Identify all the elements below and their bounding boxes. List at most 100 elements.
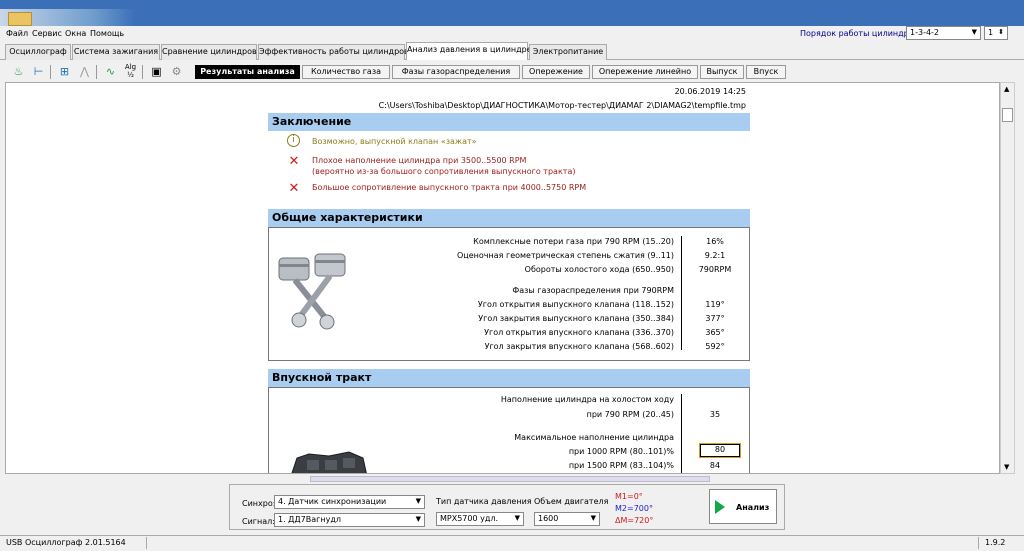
scroll-up-icon[interactable]: ▲: [1004, 85, 1009, 93]
cylinder-order-value: 1-3-4-2: [910, 28, 940, 37]
conclusion-text: Большое сопротивление выпускного тракта …: [312, 183, 587, 192]
general-label: Оценочная геометрическая степень сжатия …: [457, 251, 674, 260]
toolbar-separator: [142, 65, 143, 79]
marker-m2: M2=700°: [615, 504, 653, 513]
menu-bar: Файл Сервис Окна Помощь Порядок работы ц…: [0, 26, 1024, 42]
vertical-scrollbar[interactable]: ▲ ▼: [1000, 82, 1015, 474]
subtab-valve-phases[interactable]: Фазы газораспределения: [392, 65, 520, 79]
engine-volume-value: 1600: [538, 514, 559, 523]
cylinder-number-value: 1: [988, 28, 994, 37]
phase-label: Угол открытия выпускного клапана (118..1…: [477, 300, 674, 309]
phase-value: 377°: [705, 314, 725, 323]
sensor-type-select[interactable]: MPX5700 удл. ▼: [436, 512, 524, 526]
horizontal-scrollbar[interactable]: [310, 476, 710, 482]
max-fill-row-label: при 1500 RPM (83..104)%: [568, 461, 674, 470]
general-header: Общие характеристики: [268, 209, 750, 227]
sync-label: Синхро:: [242, 499, 276, 508]
chevron-down-icon: ▼: [590, 514, 596, 522]
phase-value: 119°: [705, 300, 725, 309]
phase-label: Угол открытия впускного клапана (336..37…: [484, 328, 674, 337]
cross-icon: ✕: [288, 154, 300, 169]
marker-m1: M1=0°: [615, 492, 643, 501]
subtab-advance-linear[interactable]: Опережение линейно: [592, 65, 698, 79]
max-fill-value-selected[interactable]: 80: [699, 443, 741, 458]
tab-power-supply[interactable]: Электропитание: [529, 44, 607, 60]
info-icon: i: [287, 134, 300, 147]
engine-icon[interactable]: ⚙: [168, 63, 185, 80]
sync-value: 4. Датчик синхронизации: [278, 497, 387, 506]
max-fill-value: 84: [709, 461, 721, 470]
tab-pressure-analysis[interactable]: Анализ давления в цилиндре: [406, 42, 532, 60]
cylinder-order-select[interactable]: 1-3-4-2 ▼: [906, 26, 981, 40]
status-version-right: 1.9.2: [985, 538, 1006, 547]
subtab-results[interactable]: Результаты анализа: [195, 65, 300, 79]
general-value: 16%: [706, 237, 724, 246]
report-date: 20.06.2019 14:25: [674, 87, 746, 96]
save-icon[interactable]: ▣: [148, 63, 165, 80]
phase-value: 592°: [705, 342, 725, 351]
intake-header: Впускной тракт: [268, 369, 750, 387]
scroll-thumb[interactable]: [1002, 108, 1013, 122]
filter-icon[interactable]: ⋀: [76, 63, 93, 80]
idle-fill-value: 35: [709, 410, 721, 419]
status-separator: [978, 537, 979, 549]
sensor-type-value: MPX5700 удл.: [440, 514, 499, 523]
phase-label: Угол закрытия впускного клапана (568..60…: [484, 342, 674, 351]
cylinder-order-label: Порядок работы цилиндров: [800, 29, 919, 38]
subtab-exhaust[interactable]: Выпуск: [700, 65, 744, 79]
menu-windows[interactable]: Окна: [65, 29, 86, 38]
status-version-left: USB Осциллограф 2.01.5164: [6, 538, 126, 547]
report-area: 20.06.2019 14:25 C:\Users\Toshiba\Deskto…: [5, 82, 1000, 474]
phase-label: Угол закрытия выпускного клапана (350..3…: [478, 314, 674, 323]
toolbar-separator: [96, 65, 97, 79]
conclusion-text-note: (вероятно из-за большого сопротивления в…: [312, 167, 576, 176]
cross-icon: ✕: [288, 181, 300, 196]
scroll-down-icon[interactable]: ▼: [1004, 463, 1009, 471]
analyze-button[interactable]: Анализ: [709, 489, 777, 524]
algorithm-icon[interactable]: Alg ½: [122, 63, 139, 80]
tab-cylinder-efficiency[interactable]: Эффективность работы цилиндров: [258, 44, 409, 60]
tab-oscilloscope[interactable]: Осциллограф: [5, 44, 71, 60]
general-box: Комплексные потери газа при 790 RPM (15.…: [268, 227, 750, 361]
report-path: C:\Users\Toshiba\Desktop\ДИАГНОСТИКА\Мот…: [378, 101, 746, 110]
status-bar: USB Осциллограф 2.01.5164 1.9.2: [0, 535, 1024, 551]
general-label: Обороты холостого хода (650..950): [524, 265, 674, 274]
menu-file[interactable]: Файл: [6, 29, 28, 38]
control-panel: Синхро: 4. Датчик синхронизации ▼ Сигнал:…: [229, 484, 785, 530]
subtab-intake[interactable]: Впуск: [746, 65, 786, 79]
general-value: 790RPM: [698, 265, 732, 274]
folder-icon: [8, 12, 32, 26]
waveform-icon[interactable]: ∿: [102, 63, 119, 80]
idle-fill-label-rpm: при 790 RPM (20..45): [586, 410, 674, 419]
chevron-down-icon: ▼: [415, 497, 421, 505]
value-divider: [681, 236, 682, 350]
auto-icon[interactable]: ⊞: [56, 63, 73, 80]
general-label: Комплексные потери газа при 790 RPM (15.…: [473, 237, 674, 246]
tab-cylinder-compare[interactable]: Сравнение цилиндров: [161, 44, 257, 60]
spinner-arrows-icon: ⬍: [998, 28, 1004, 36]
toolbar: ♨ ⊢ ⊞ ⋀ ∿ Alg ½ ▣ ⚙ Результаты анализа Ко…: [0, 62, 1024, 82]
sensor-type-label: Тип датчика давления: [436, 497, 532, 506]
menu-help[interactable]: Помощь: [90, 29, 124, 38]
sensor-icon[interactable]: ♨: [10, 63, 27, 80]
menu-service[interactable]: Сервис: [32, 29, 62, 38]
engine-volume-select[interactable]: 1600 ▼: [534, 512, 600, 526]
trigger-icon[interactable]: ⊢: [30, 63, 47, 80]
status-separator: [146, 537, 147, 549]
conclusion-text: Плохое наполнение цилиндра при 3500..550…: [312, 156, 527, 165]
tab-ignition[interactable]: Система зажигания: [72, 44, 160, 60]
chevron-down-icon: ▼: [514, 514, 520, 522]
play-icon: [715, 500, 725, 514]
signal-select[interactable]: 1. ДД7Вагнудл ▼: [274, 513, 425, 527]
chevron-down-icon: ▼: [971, 28, 977, 36]
subtab-advance[interactable]: Опережение: [522, 65, 590, 79]
conclusion-text: Возможно, выпускной клапан «зажат»: [312, 137, 477, 146]
intake-box: Наполнение цилиндра на холостом ходу при…: [268, 387, 750, 473]
analyze-label: Анализ: [736, 503, 770, 512]
main-tabs: Осциллограф Система зажигания Сравнение …: [0, 42, 1024, 60]
cylinder-number-spinner[interactable]: 1 ⬍: [984, 26, 1008, 40]
sync-select[interactable]: 4. Датчик синхронизации ▼: [274, 495, 425, 509]
idle-fill-label: Наполнение цилиндра на холостом ходу: [500, 395, 674, 404]
subtab-gas-amount[interactable]: Количество газа: [302, 65, 390, 79]
conclusion-header: Заключение: [268, 113, 750, 131]
